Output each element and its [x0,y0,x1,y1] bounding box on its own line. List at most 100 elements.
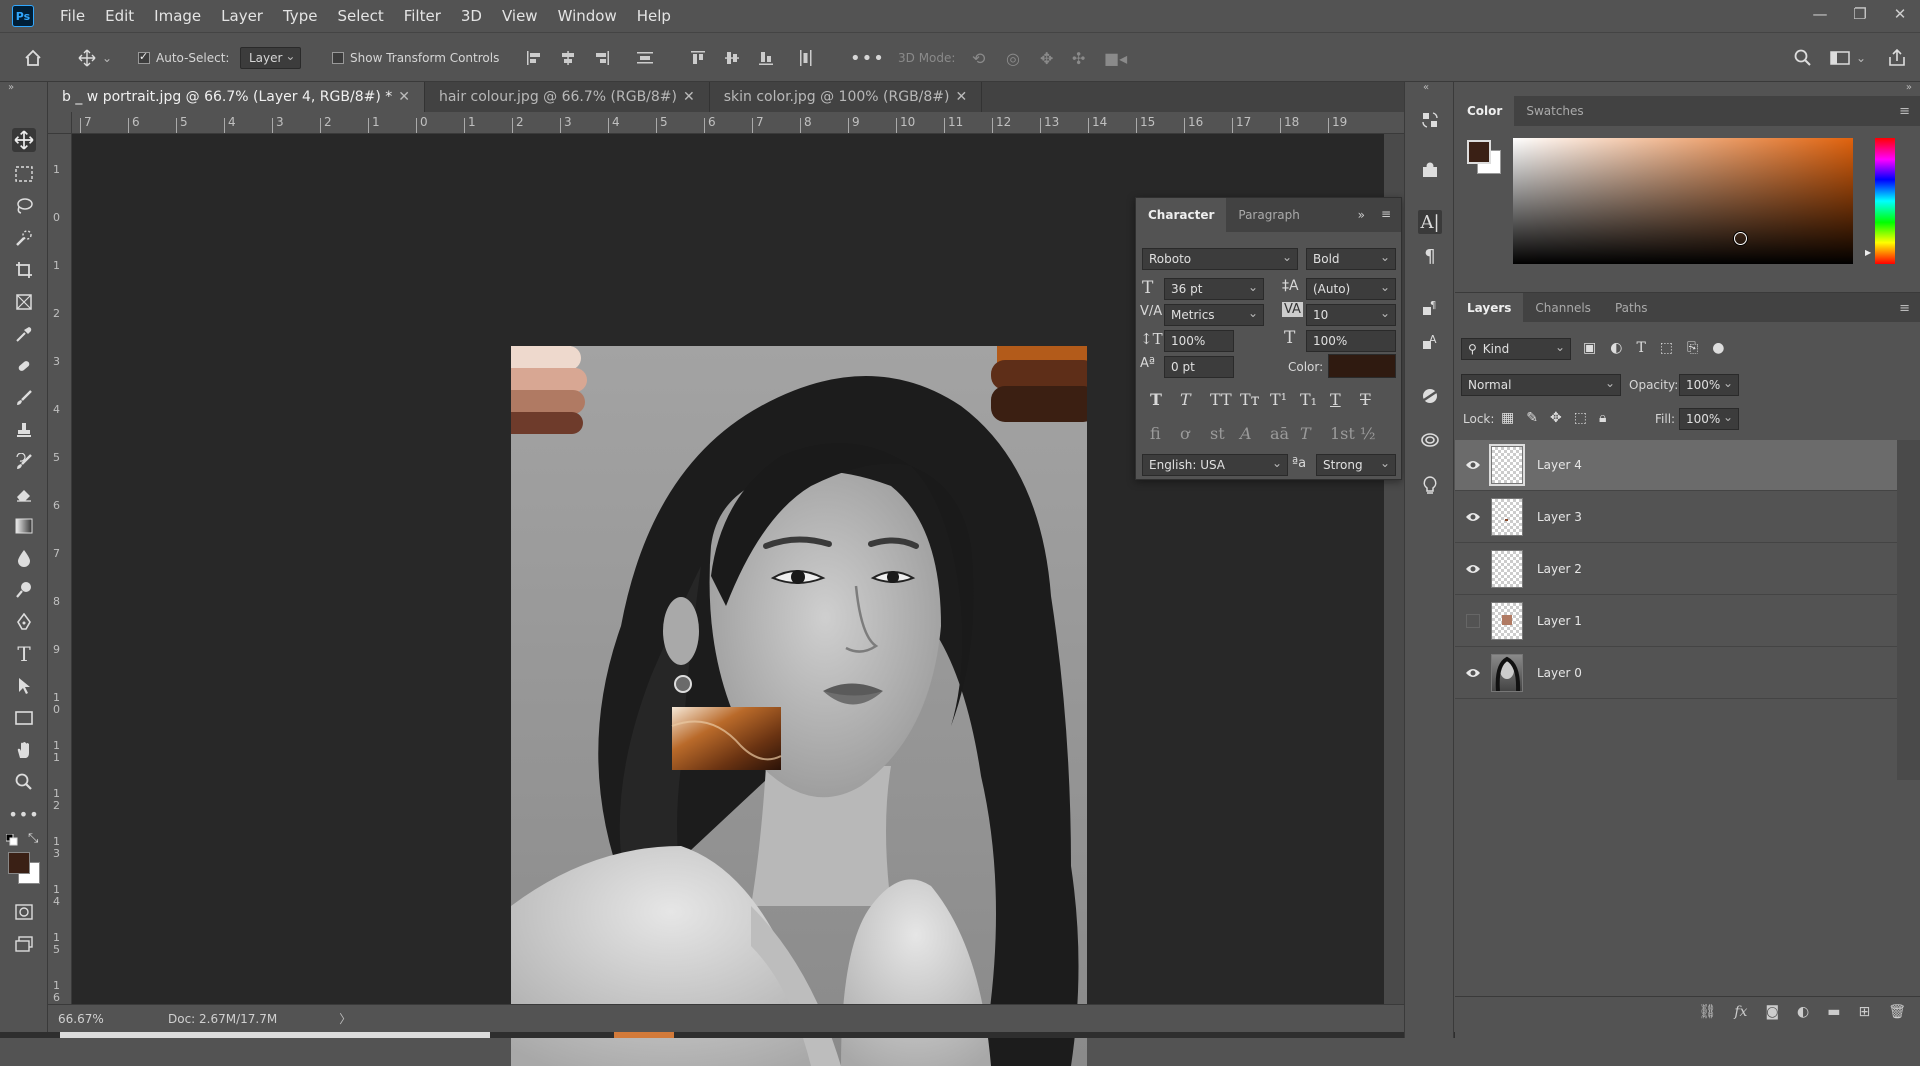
3d-pan-icon[interactable]: ✥ [1040,47,1053,69]
opentype-button[interactable]: fi [1150,424,1161,443]
move-tool[interactable] [12,128,36,152]
menu-filter[interactable]: Filter [394,0,451,32]
adjustments-panel-icon[interactable] [1418,384,1442,408]
chevron-down-icon[interactable]: ⌄ [102,51,112,65]
layers-scrollbar[interactable] [1897,440,1920,780]
character-panel-icon[interactable]: A| [1418,210,1442,234]
auto-select-checkbox[interactable] [138,50,150,64]
menu-window[interactable]: Window [548,0,627,32]
kerning-field[interactable]: Metrics [1164,304,1264,326]
layer-row[interactable]: Layer 2 [1455,544,1897,595]
history-brush-tool[interactable] [12,450,36,474]
3d-slide-icon[interactable]: ✣ [1072,47,1085,69]
align-middle-icon[interactable] [724,47,740,69]
show-transform-checkbox[interactable] [332,52,344,64]
collapse-toolbar-icon[interactable]: » [8,82,14,93]
visibility-eye-icon[interactable] [1455,667,1491,679]
type-tool[interactable]: T [12,642,36,666]
restore-button[interactable]: ❐ [1840,0,1880,28]
baseline-shift-field[interactable]: 0 pt [1164,356,1234,378]
vertical-scale-field[interactable]: 100% [1164,330,1234,352]
layer-name[interactable]: Layer 3 [1537,510,1582,524]
type-style-button[interactable]: T¹ [1270,390,1287,409]
pen-tool[interactable] [12,610,36,634]
menu-file[interactable]: File [50,0,95,32]
learn-panel-icon[interactable] [1418,474,1442,498]
color-picker-field[interactable] [1513,138,1853,264]
eyedropper-tool[interactable] [12,322,36,346]
filter-toggle-icon[interactable]: ● [1712,340,1724,356]
tab-color[interactable]: Color [1455,96,1515,126]
zoom-level[interactable]: 66.67% [58,1012,168,1026]
character-styles-icon[interactable]: A [1418,330,1442,354]
opentype-button[interactable]: st [1210,424,1225,443]
filter-adjustment-icon[interactable]: ◐ [1610,340,1622,356]
opentype-button[interactable]: ơ [1180,424,1190,443]
visibility-toggle[interactable] [1466,614,1480,628]
lock-transparent-icon[interactable]: ▦ [1501,410,1514,426]
new-layer-icon[interactable]: ⊞ [1858,1004,1870,1020]
type-style-button[interactable]: T [1360,390,1371,409]
visibility-eye-icon[interactable] [1455,459,1491,471]
adjustment-icon[interactable]: ◐ [1797,1004,1809,1020]
tab-paths[interactable]: Paths [1603,293,1660,323]
align-right-icon[interactable] [594,47,610,69]
home-icon[interactable] [24,47,42,69]
rectangle-tool[interactable] [12,706,36,730]
align-top-icon[interactable] [690,47,706,69]
menu-select[interactable]: Select [327,0,393,32]
filter-smart-object-icon[interactable]: ⎘ [1687,340,1698,356]
filter-shape-icon[interactable]: ⬚ [1660,340,1673,356]
workspace-icon[interactable]: ⌄ [1830,47,1866,69]
font-style-dropdown[interactable]: Bold [1306,248,1396,270]
creative-cloud-icon[interactable] [1418,428,1442,452]
layer-name[interactable]: Layer 2 [1537,562,1582,576]
color-panel-menu-icon[interactable]: ≡ [1899,104,1910,119]
expand-panel-icon[interactable]: » [1358,208,1365,222]
foreground-color[interactable] [1467,140,1491,164]
lock-position-icon[interactable]: ✥ [1550,410,1562,426]
lock-artboard-icon[interactable]: ⬚ [1574,410,1587,426]
share-icon[interactable] [1888,47,1906,69]
show-transform-option[interactable]: Show Transform Controls [332,47,499,69]
text-color-swatch[interactable] [1328,354,1396,378]
menu-edit[interactable]: Edit [95,0,144,32]
tracking-field[interactable]: 10 [1306,304,1396,326]
visibility-eye-icon[interactable] [1455,511,1491,523]
hue-slider-handle[interactable]: ▶ [1865,248,1871,257]
filter-pixel-icon[interactable]: ▣ [1583,340,1596,356]
zoom-tool[interactable] [12,770,36,794]
lasso-tool[interactable] [12,194,36,218]
blend-mode-dropdown[interactable]: Normal [1461,374,1621,396]
horizontal-scale-field[interactable]: 100% [1306,330,1396,352]
edit-toolbar-icon[interactable]: ••• [8,802,38,826]
layer-row[interactable]: Layer 0 [1455,648,1897,699]
ruler-vertical[interactable]: 101234567891 01 11 21 31 41 51 6 [48,134,72,1004]
crop-tool[interactable] [12,258,36,282]
auto-select-dropdown[interactable]: Layer [240,47,302,69]
eraser-tool[interactable] [12,482,36,506]
tab-character[interactable]: Character [1136,198,1227,232]
minimize-button[interactable]: — [1800,0,1840,28]
tab-channels[interactable]: Channels [1523,293,1603,323]
distribute-vertical-icon[interactable] [798,47,814,69]
move-tool-icon[interactable]: ⌄ [78,47,112,69]
opacity-field[interactable]: 100% [1679,374,1739,396]
opentype-button[interactable]: A [1240,424,1252,443]
gradient-tool[interactable] [12,514,36,538]
leading-field[interactable]: (Auto) [1306,278,1396,300]
trash-icon[interactable]: 🗑︎ [1888,1004,1906,1020]
filter-type-icon[interactable]: T [1636,340,1645,356]
document-tab[interactable]: hair colour.jpg @ 66.7% (RGB/8#) ✕ [424,82,710,112]
marquee-tool[interactable] [12,162,36,186]
menu-3d[interactable]: 3D [451,0,492,32]
opentype-button[interactable]: ½ [1360,424,1376,443]
mask-icon[interactable]: ◙ [1765,1004,1779,1020]
layer-filter-dropdown[interactable]: ⚲ Kind [1461,338,1571,360]
close-tab-icon[interactable]: ✕ [683,89,695,105]
layer-row[interactable]: Layer 4 [1455,440,1897,491]
close-tab-icon[interactable]: ✕ [955,89,967,105]
document-tab[interactable]: skin color.jpg @ 100% (RGB/8#) ✕ [709,82,983,112]
fx-icon[interactable]: fx [1734,1004,1747,1020]
paragraph-styles-icon[interactable]: ¶ [1418,296,1442,320]
